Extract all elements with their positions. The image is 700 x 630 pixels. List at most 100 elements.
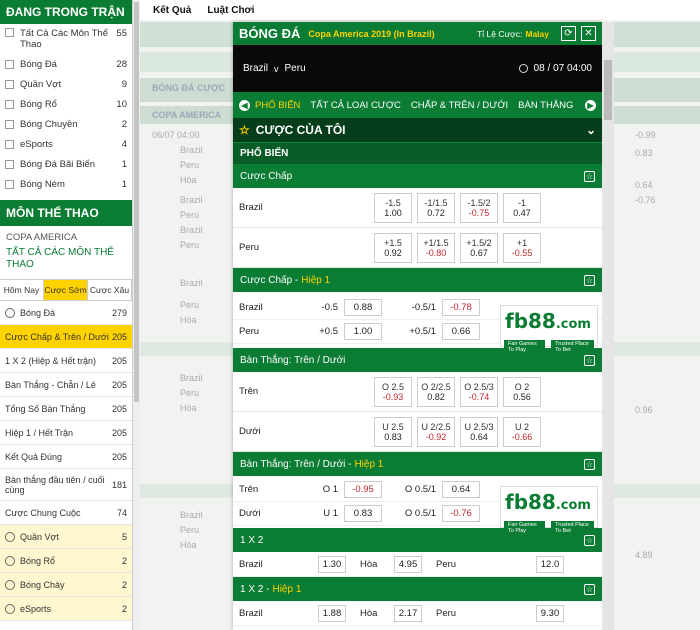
sport-item-label: Hiệp 1 / Hết Trận xyxy=(5,427,74,438)
sport-item[interactable]: Bóng Đá 279 xyxy=(0,301,132,325)
odds-type-select[interactable]: Malay xyxy=(525,29,549,39)
live-item[interactable]: Bóng Đá Bãi Biển 1 xyxy=(0,154,132,174)
sport-item[interactable]: Hiệp 1 / Hết Trận 205 xyxy=(0,421,132,445)
sport-item-count: 205 xyxy=(111,331,127,342)
chevron-down-icon[interactable]: ⌄ xyxy=(586,123,596,137)
odds-box[interactable]: -1.5/2 -0.75 xyxy=(460,192,498,223)
tab-2[interactable]: Cược Xâu xyxy=(88,280,132,300)
odds-value[interactable]: 0.64 xyxy=(442,481,480,498)
odds-box[interactable]: +1 -0.55 xyxy=(503,232,541,263)
tab-all-bets[interactable]: TẤT CẢ LOẠI CƯỢC xyxy=(310,100,401,111)
sport-item[interactable]: Kết Quả Đúng 205 xyxy=(0,445,132,469)
fb88-ad-1[interactable]: fb88.com Fair Games To Play Trusted Place… xyxy=(500,305,598,354)
odds-value[interactable]: 0.88 xyxy=(344,299,382,316)
tab-prev-icon[interactable]: ◀ xyxy=(239,99,250,111)
home-odds[interactable]: 1.88 xyxy=(318,604,346,622)
odds-value[interactable]: -0.95 xyxy=(344,481,382,498)
tab-0[interactable]: Hôm Nay xyxy=(0,280,44,300)
odds-value[interactable]: 0.83 xyxy=(344,505,382,522)
live-item[interactable]: Bóng Chuyền 2 xyxy=(0,114,132,134)
tab-1[interactable]: Cược Sớm xyxy=(44,280,88,300)
draw-odds[interactable]: 4.95 xyxy=(394,555,422,573)
sport-item[interactable]: Bàn thắng đầu tiên / cuối cùng 181 xyxy=(0,469,132,501)
tab-handicap-ou[interactable]: CHẤP & TRÊN / DƯỚI xyxy=(411,100,508,111)
favorite-star-icon[interactable]: ☆ xyxy=(584,534,595,546)
odds-value[interactable]: 0.66 xyxy=(442,323,480,340)
copa-label[interactable]: COPA AMERICA xyxy=(0,226,132,245)
sport-item[interactable]: 1 X 2 (Hiệp & Hết trận) 205 xyxy=(0,349,132,373)
odds-box[interactable]: +1.5 0.92 xyxy=(374,232,412,263)
live-item[interactable]: Quần Vợt 9 xyxy=(0,74,132,94)
checkbox[interactable] xyxy=(5,119,14,129)
handicap-value: -0.5/1 xyxy=(411,302,436,313)
live-item[interactable]: eSports 4 xyxy=(0,134,132,154)
sport-item[interactable]: Bóng Rổ 2 xyxy=(0,549,132,573)
ad-logo: fb88 xyxy=(505,309,556,333)
odds-value[interactable]: -0.78 xyxy=(442,299,480,316)
sport-item[interactable]: Bàn Thắng - Chẵn / Lẻ 205 xyxy=(0,373,132,397)
favorite-star-icon[interactable]: ☆ xyxy=(584,583,595,595)
checkbox[interactable] xyxy=(5,159,14,169)
odds-box[interactable]: O 2/2.5 0.82 xyxy=(417,376,455,407)
close-icon[interactable]: ✕ xyxy=(581,26,596,41)
checkbox[interactable] xyxy=(5,139,14,149)
tab-popular[interactable]: PHỔ BIẾN xyxy=(255,100,300,111)
sport-item[interactable]: Quần Vợt 5 xyxy=(0,525,132,549)
all-sports-link[interactable]: TẤT CẢ CÁC MÔN THỂ THAO xyxy=(0,245,132,279)
checkbox[interactable] xyxy=(5,79,14,89)
handicap-value: U 2.5 xyxy=(382,421,404,432)
odds-box[interactable]: -1/1.5 0.72 xyxy=(417,192,455,223)
away-odds[interactable]: 9.30 xyxy=(536,604,564,622)
left-scrollbar[interactable] xyxy=(133,0,140,630)
modal-scrollbar[interactable] xyxy=(602,22,614,630)
favorite-star-icon[interactable]: ☆ xyxy=(584,170,595,182)
live-item[interactable]: Tất Cả Các Môn Thể Thao 55 xyxy=(0,24,132,54)
checkbox[interactable] xyxy=(5,59,14,69)
odds-box[interactable]: -1 0.47 xyxy=(503,192,541,223)
sport-item[interactable]: Tổng Số Bàn Thắng 205 xyxy=(0,397,132,421)
live-item[interactable]: Bóng Đá 28 xyxy=(0,54,132,74)
sport-item[interactable]: Cược Chung Cuộc 74 xyxy=(0,501,132,525)
odds-value[interactable]: -0.76 xyxy=(442,505,480,522)
odds-box[interactable]: O 2 0.56 xyxy=(503,376,541,407)
ad-slogan-1: Fair Games To Play xyxy=(504,340,546,354)
odds-box[interactable]: U 2 -0.66 xyxy=(503,416,541,447)
my-bets-bar[interactable]: ☆ CƯỢC CỦA TÔI ⌄ xyxy=(233,118,602,142)
favorite-star-icon[interactable]: ☆ xyxy=(584,274,595,286)
handicap-value: +0.5/1 xyxy=(409,326,436,337)
odds-box[interactable]: -1.5 1.00 xyxy=(374,192,412,223)
market-title: 1 X 2 - xyxy=(240,583,270,595)
odds-box[interactable]: O 2.5/3 -0.74 xyxy=(460,376,498,407)
odds-box[interactable]: U 2.5 0.83 xyxy=(374,416,412,447)
bg-text: 06/07 04:00 xyxy=(152,130,200,140)
odds-box[interactable]: U 2/2.5 -0.92 xyxy=(417,416,455,447)
sport-item[interactable]: eSports 2 xyxy=(0,597,132,621)
sport-item[interactable]: Bóng Chày 2 xyxy=(0,573,132,597)
checkbox[interactable] xyxy=(5,99,14,109)
favorite-star-icon[interactable]: ☆ xyxy=(584,354,595,366)
live-item[interactable]: Bóng Ném 1 xyxy=(0,174,132,194)
odds-box[interactable]: O 2.5 -0.93 xyxy=(374,376,412,407)
away-odds[interactable]: 12.0 xyxy=(536,555,564,573)
draw-odds[interactable]: 2.17 xyxy=(394,604,422,622)
refresh-icon[interactable]: ⟳ xyxy=(561,26,576,41)
market-title: Bàn Thắng: Trên / Dưới - xyxy=(240,458,352,470)
tab-next-icon[interactable]: ▶ xyxy=(585,99,596,111)
odds-box[interactable]: +1.5/2 0.67 xyxy=(460,232,498,263)
odds-box[interactable]: U 2.5/3 0.64 xyxy=(460,416,498,447)
rules-link[interactable]: Luật Chơi xyxy=(207,5,254,16)
checkbox[interactable] xyxy=(5,28,14,37)
results-link[interactable]: Kết Quả xyxy=(153,5,191,16)
fb88-ad-2[interactable]: fb88.com Fair Games To Play Trusted Place… xyxy=(500,486,598,535)
tab-goals[interactable]: BÀN THẮNG xyxy=(518,100,573,111)
checkbox[interactable] xyxy=(5,179,14,189)
odds-value[interactable]: 1.00 xyxy=(344,323,382,340)
favorite-star-icon[interactable]: ☆ xyxy=(584,458,595,470)
home-odds[interactable]: 1.30 xyxy=(318,555,346,573)
live-item[interactable]: Bóng Rổ 10 xyxy=(0,94,132,114)
live-item-label: eSports xyxy=(20,138,53,150)
odds-box[interactable]: +1/1.5 -0.80 xyxy=(417,232,455,263)
team-label: Brazil xyxy=(239,302,263,313)
sport-item[interactable]: Cược Chấp & Trên / Dưới 205 xyxy=(0,325,132,349)
odds-value: 0.83 xyxy=(384,431,402,442)
